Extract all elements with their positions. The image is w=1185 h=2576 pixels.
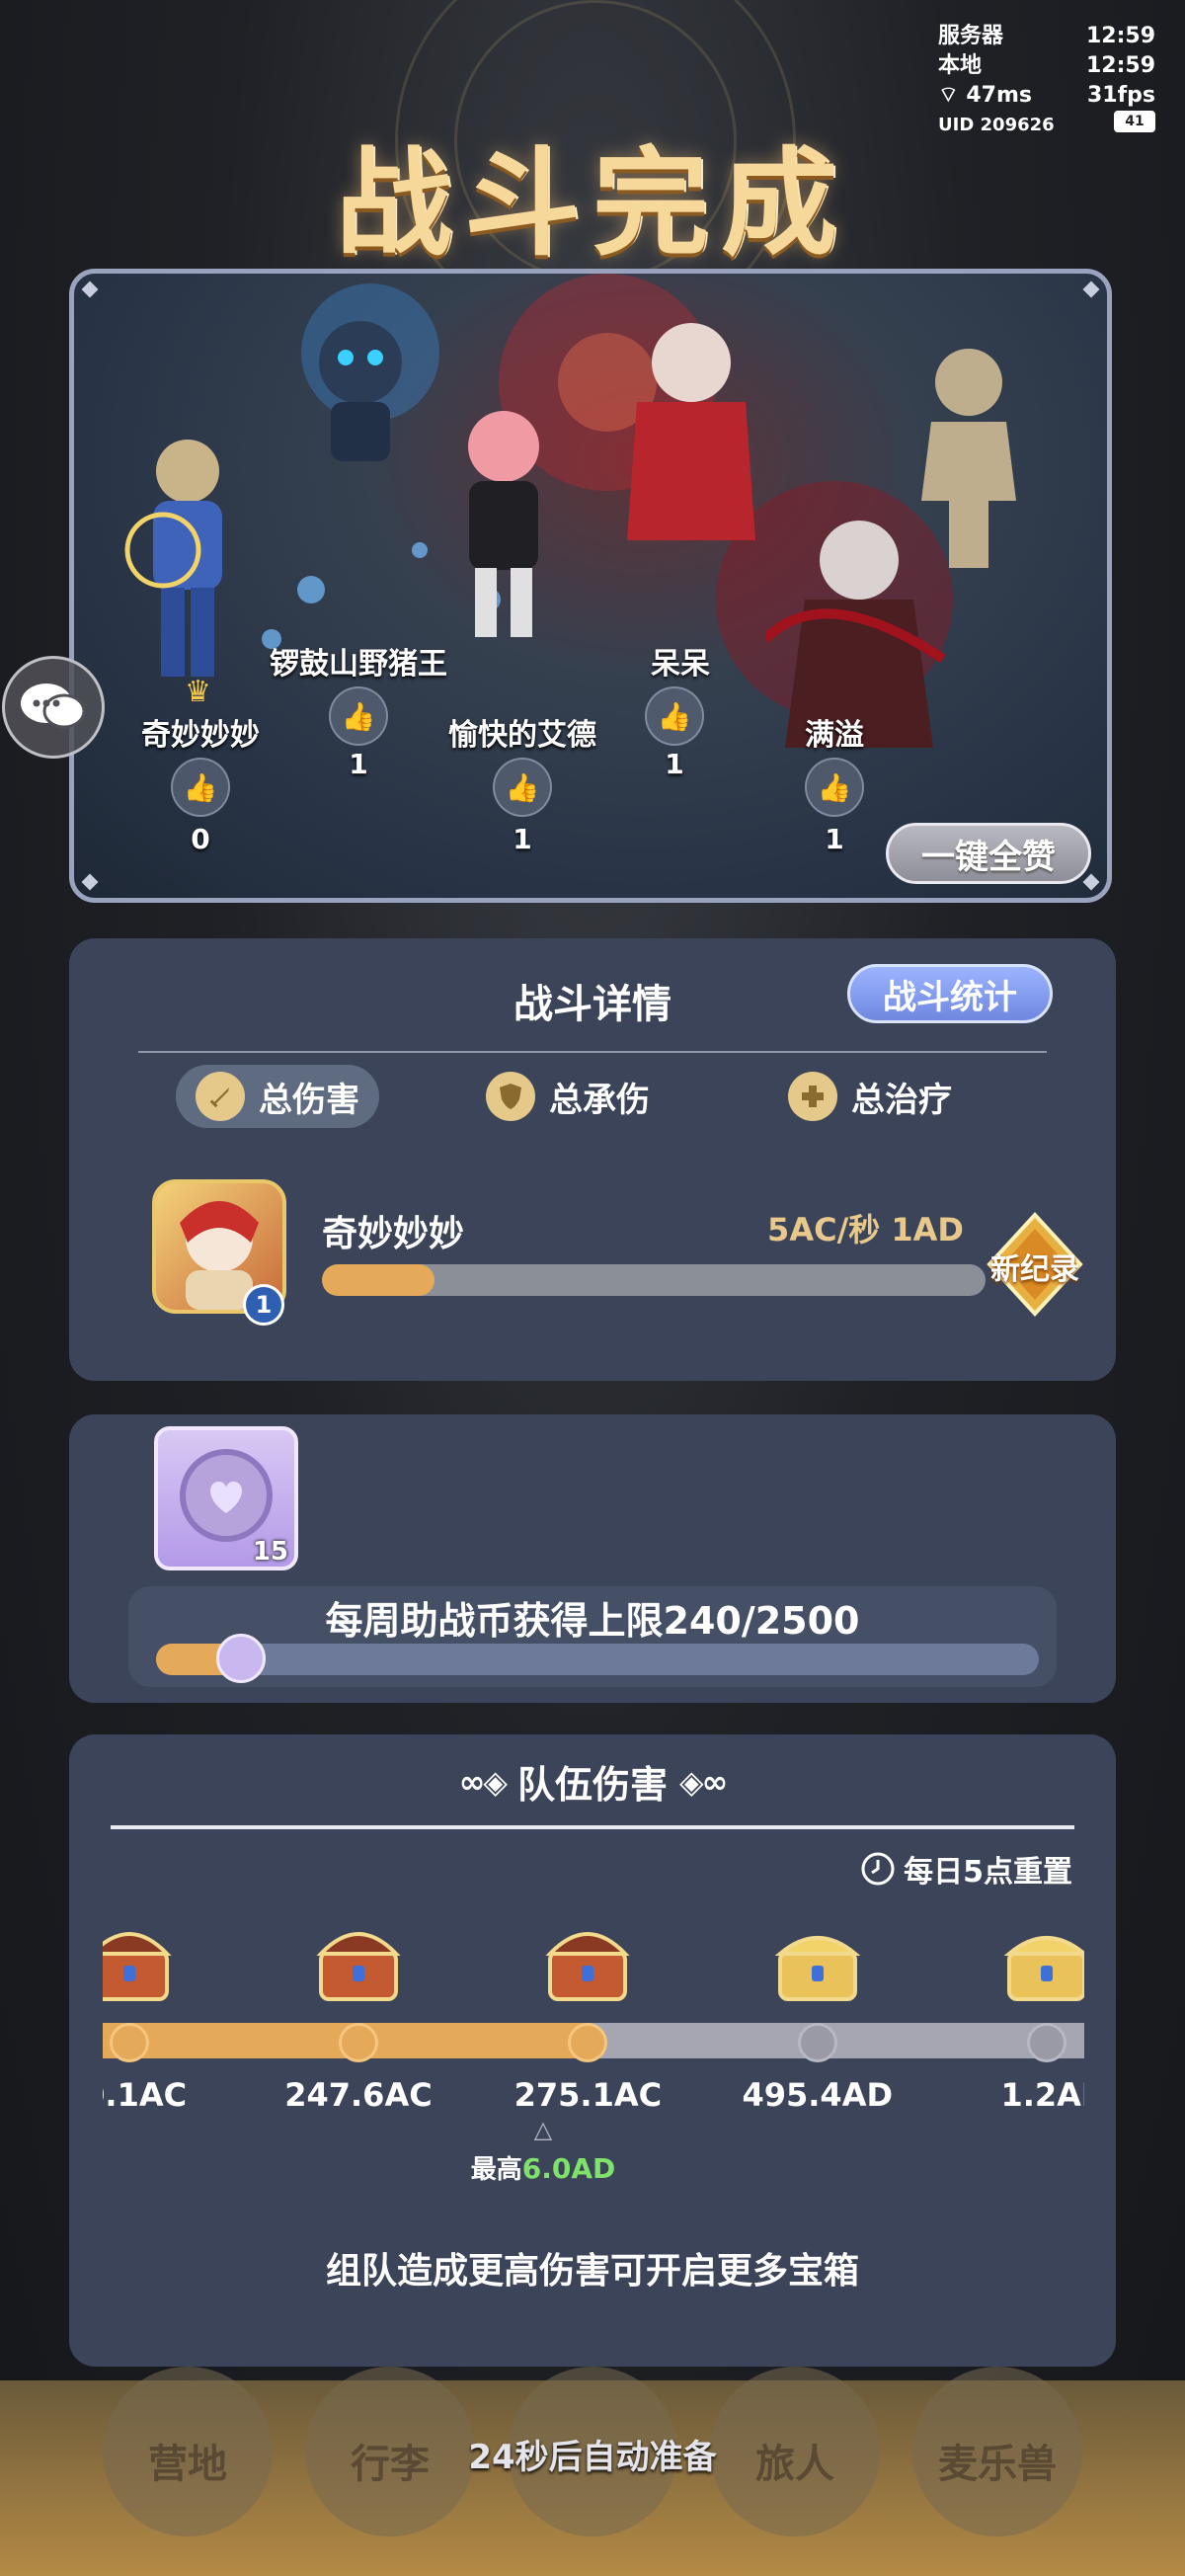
item-count: 15 [252,1537,288,1567]
threshold-label: 495.4AD [742,2076,894,2114]
character-boar-king-art [319,321,402,461]
entry-player-name: 奇妙妙妙 [322,1214,465,1254]
coin-progress-bar [156,1634,1039,1683]
tab-total-taken[interactable]: 总承伤 [466,1065,670,1128]
like-button[interactable]: 👍 [171,758,230,817]
team-damage-footer: 组队造成更高伤害可开启更多宝箱 [325,2251,859,2292]
tab-label: 总伤害 [259,1080,359,1120]
chest-gold-icon[interactable] [770,1908,865,2007]
threshold-label: 247.6AC [284,2076,433,2114]
like-count: 0 [191,823,210,855]
local-label: 本地 [938,53,983,78]
like-count: 1 [665,748,684,780]
thumbs-up-icon: 👍 [183,770,218,804]
max-damage-marker: △ 最高 6.0AD [470,2116,616,2186]
tab-label: 总治疗 [851,1080,952,1120]
fps-value: 31fps [1086,83,1155,108]
track-node [109,2023,149,2062]
wifi-icon: ⌔ [938,83,959,108]
track-node [797,2023,837,2062]
crown-icon: ♛ [185,675,211,709]
player-name: 呆呆 [651,647,710,682]
entry-damage-value: 5AC/秒 1AD [767,1211,964,1248]
local-time: 12:59 [1085,53,1155,78]
battle-stats-button[interactable]: 战斗统计 [847,964,1053,1023]
server-label: 服务器 [938,24,1004,48]
team-damage-panel: ∞◈ 队伍伤害 ◈∞ 每日5点重置 .0.1AC 247.6AC 275.1AC 49… [69,1734,1116,2367]
battle-scene: ♛ 奇妙妙妙 👍 0 锣鼓山野猪王 👍 1 愉快的艾德 👍 1 呆呆 👍 1 满… [69,269,1112,903]
threshold-label: 1.2AI [1000,2076,1084,2114]
threshold-label: .0.1AC [103,2076,188,2114]
chest-opened-icon[interactable] [311,1908,406,2007]
ping-value: 47ms [966,83,1032,108]
assist-coin-panel: 15 每周助战币获得上限240/2500 [69,1414,1116,1703]
battle-details-panel: 战斗详情 战斗统计 总伤害 总承伤 总治疗 1 奇妙妙妙 5AC/秒 1AD 新… [69,938,1116,1381]
like-count: 1 [825,823,844,855]
daily-reset-text: 每日5点重置 [904,1855,1072,1890]
like-button[interactable]: 👍 [493,758,552,817]
track-node [338,2023,378,2062]
new-record-text: 新纪录 [990,1252,1079,1287]
auto-ready-countdown: 24秒后自动准备 [468,2438,717,2477]
character-aide-art [468,411,539,637]
track-node [568,2023,608,2062]
assist-coin-item[interactable]: 15 [154,1426,298,1570]
divider [111,1825,1074,1829]
thumbs-up-icon: 👍 [505,770,540,804]
chest-gold-icon[interactable] [999,1908,1084,2007]
like-button[interactable]: 👍 [805,758,864,817]
chest-opened-icon[interactable] [540,1908,635,2007]
like-count: 1 [349,748,368,780]
max-damage-label: 最高 [470,2155,522,2185]
threshold-label: 275.1AC [514,2076,663,2114]
clock-icon [861,1852,895,1886]
tab-total-healing[interactable]: 总治疗 [768,1065,972,1128]
thumbs-up-icon: 👍 [817,770,852,804]
max-damage-value: 6.0AD [521,2152,616,2185]
chest-track: .0.1AC 247.6AC 275.1AC 495.4AD 1.2AI [103,1908,1084,2135]
tab-label: 总承伤 [549,1080,650,1120]
ornament-right-icon: ◈∞ [679,1762,728,1801]
ornament-left-icon: ∞◈ [458,1762,508,1801]
track-node [1027,2023,1067,2062]
up-triangle-icon: △ [533,2116,553,2143]
like-all-button[interactable]: 一键全赞 [886,823,1091,884]
chat-button[interactable] [2,656,105,759]
chest-opened-icon[interactable] [103,1908,177,2007]
page-title: 战斗完成 [335,135,849,272]
coin-limit-text: 每周助战币获得上限240/2500 [325,1599,860,1643]
like-count: 1 [513,823,532,855]
thumbs-up-icon: 👍 [341,699,376,733]
server-time: 12:59 [1085,24,1155,48]
damage-progress-fill [322,1264,435,1296]
daily-reset-note: 每日5点重置 [860,1847,1072,1891]
like-button[interactable]: 👍 [329,686,388,746]
tab-total-damage[interactable]: 总伤害 [176,1065,379,1128]
sword-icon [196,1072,245,1121]
player-name: 锣鼓山野猪王 [270,647,447,682]
team-damage-header: ∞◈ 队伍伤害 ◈∞ [69,1754,1116,1809]
player-name: 满溢 [805,718,864,753]
divider [138,1051,1047,1053]
character-daidai-art [627,323,755,540]
chat-bubbles-icon [21,684,86,729]
character-qimiao-art [124,440,222,677]
damage-progress-bar [322,1264,986,1296]
player-name: 愉快的艾德 [448,718,596,753]
empty-slot-silhouette [921,349,1016,568]
shield-icon [486,1072,535,1121]
team-damage-title: 队伍伤害 [516,1763,668,1807]
coin-progress-knob [215,1634,266,1683]
new-record-badge: 新纪录 [982,1211,1088,1318]
player-name: 奇妙妙妙 [141,718,260,753]
like-button[interactable]: 👍 [645,686,704,746]
thumbs-up-icon: 👍 [657,699,692,733]
heal-cross-icon [788,1072,837,1121]
level-badge: 1 [243,1284,284,1326]
